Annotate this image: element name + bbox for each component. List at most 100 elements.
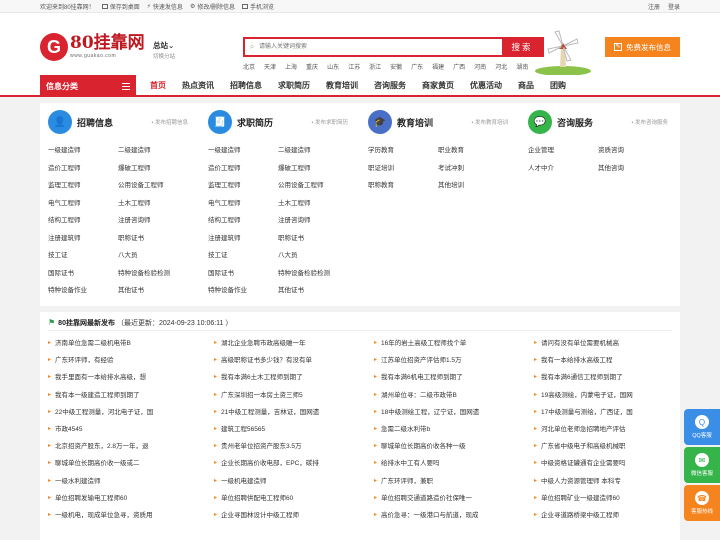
news-item[interactable]: ▸ 19高级测绘，内蒙电子证，国网 bbox=[534, 387, 684, 404]
hot-city-link[interactable]: 河北 bbox=[495, 62, 507, 71]
news-item[interactable]: ▸ 高价急寻：一级港口与航道，现成 bbox=[374, 507, 534, 524]
site-logo[interactable]: G 80挂靠网 www.guakao.com bbox=[40, 33, 145, 61]
category-item[interactable]: 特种设备检验检测 bbox=[118, 265, 188, 283]
category-item[interactable]: 其他证书 bbox=[278, 282, 348, 300]
category-item[interactable]: 爆破工程师 bbox=[118, 160, 188, 178]
category-title[interactable]: 求职简历 bbox=[237, 116, 273, 129]
save-desktop-link[interactable]: 保存到桌面 bbox=[101, 2, 140, 11]
post-info-button[interactable]: ✎ 免费发布信息 bbox=[605, 37, 680, 57]
category-item[interactable]: 八大员 bbox=[278, 247, 348, 265]
news-item[interactable]: ▸ 河北单位老师急招聘地产评估 bbox=[534, 421, 684, 438]
category-post-link[interactable]: • 发布教育培训 bbox=[472, 118, 508, 126]
qq-service-button[interactable]: Q QQ客服 bbox=[684, 409, 720, 445]
category-item[interactable]: 公用设备工程师 bbox=[118, 177, 188, 195]
category-item[interactable]: 技工证 bbox=[208, 247, 278, 265]
news-item[interactable]: ▸ 企业寻国林设计中级工程师 bbox=[214, 507, 374, 524]
nav-item[interactable]: 热点资讯 bbox=[174, 75, 222, 97]
category-item[interactable]: 造价工程师 bbox=[48, 160, 118, 178]
news-item[interactable]: ▸ 聊城单位长期高价收各种一级 bbox=[374, 438, 534, 455]
category-item[interactable]: 注册建筑师 bbox=[48, 230, 118, 248]
nav-item[interactable]: 商品 bbox=[510, 75, 542, 97]
news-item[interactable]: ▸ 建筑工程56565 bbox=[214, 421, 374, 438]
category-post-link[interactable]: • 发布招聘信息 bbox=[152, 118, 188, 126]
news-item[interactable]: ▸ 我有本满6通信工程师到期了 bbox=[534, 369, 684, 386]
category-menu-button[interactable]: 信息分类 bbox=[40, 75, 136, 97]
news-item[interactable]: ▸ 我有一本给排水高级工程 bbox=[534, 352, 684, 369]
hot-city-link[interactable]: 北京 bbox=[243, 62, 255, 71]
news-item[interactable]: ▸ 我有本满6机电工程师到期了 bbox=[374, 369, 534, 386]
category-item[interactable]: 资质咨询 bbox=[598, 142, 668, 160]
nav-item[interactable]: 团购 bbox=[542, 75, 574, 97]
category-item[interactable]: 结构工程师 bbox=[48, 212, 118, 230]
news-item[interactable]: ▸ 18中级测绘工程，辽宁证，国网遗 bbox=[374, 404, 534, 421]
news-item[interactable]: ▸ 聊城单位长期高价收一级或二 bbox=[48, 455, 214, 472]
category-item[interactable]: 爆破工程师 bbox=[278, 160, 348, 178]
news-item[interactable]: ▸ 贵州老单位招资产股东3.5万 bbox=[214, 438, 374, 455]
news-item[interactable]: ▸ 湖州单位寻：二级市政带B bbox=[374, 387, 534, 404]
news-item[interactable]: ▸ 21中级工程测量，吉林证，国网遗 bbox=[214, 404, 374, 421]
category-item[interactable]: 电气工程师 bbox=[48, 195, 118, 213]
news-item[interactable]: ▸ 济南单位急需二级机电带B bbox=[48, 335, 214, 352]
news-item[interactable]: ▸ 请问有没有单位需要机械高 bbox=[534, 335, 684, 352]
category-item[interactable]: 公用设备工程师 bbox=[278, 177, 348, 195]
hot-city-link[interactable]: 安徽 bbox=[390, 62, 402, 71]
category-title[interactable]: 教育培训 bbox=[397, 116, 433, 129]
news-item[interactable]: ▸ 一级水利建造师 bbox=[48, 473, 214, 490]
news-item[interactable]: ▸ 22中级工程测量，河北电子证，国 bbox=[48, 404, 214, 421]
news-item[interactable]: ▸ 高级职称证书多少钱？有没有单 bbox=[214, 352, 374, 369]
news-item[interactable]: ▸ 一级机电，现成单位急寻，资质用 bbox=[48, 507, 214, 524]
category-item[interactable]: 学历教育 bbox=[368, 142, 438, 160]
category-item[interactable]: 监理工程师 bbox=[208, 177, 278, 195]
category-item[interactable]: 职证培训 bbox=[368, 160, 438, 178]
category-item[interactable]: 注册咨询师 bbox=[278, 212, 348, 230]
news-item[interactable]: ▸ 市政4545 bbox=[48, 421, 214, 438]
category-item[interactable]: 技工证 bbox=[48, 247, 118, 265]
category-item[interactable]: 二级建造师 bbox=[278, 142, 348, 160]
category-item[interactable]: 土木工程师 bbox=[118, 195, 188, 213]
category-item[interactable]: 其他证书 bbox=[118, 282, 188, 300]
news-item[interactable]: ▸ 我手里面有一本给排水高级，想 bbox=[48, 369, 214, 386]
news-item[interactable]: ▸ 16年的岩土高级工程师找个单 bbox=[374, 335, 534, 352]
nav-item[interactable]: 求职简历 bbox=[270, 75, 318, 97]
category-item[interactable]: 考试冲刺 bbox=[438, 160, 508, 178]
category-item[interactable]: 国际证书 bbox=[48, 265, 118, 283]
category-item[interactable]: 造价工程师 bbox=[208, 160, 278, 178]
news-item[interactable]: ▸ 中级人力资源管理师 本科专 bbox=[534, 473, 684, 490]
search-input[interactable] bbox=[259, 39, 502, 55]
hot-city-link[interactable]: 上海 bbox=[285, 62, 297, 71]
category-item[interactable]: 结构工程师 bbox=[208, 212, 278, 230]
news-item[interactable]: ▸ 一级机电建造师 bbox=[214, 473, 374, 490]
category-item[interactable]: 监理工程师 bbox=[48, 177, 118, 195]
category-item[interactable]: 其他咨询 bbox=[598, 160, 668, 178]
category-item[interactable]: 电气工程师 bbox=[208, 195, 278, 213]
category-item[interactable]: 特种设备作业 bbox=[48, 282, 118, 300]
category-item[interactable]: 人才中介 bbox=[528, 160, 598, 178]
hot-city-link[interactable]: 广西 bbox=[453, 62, 465, 71]
hot-city-link[interactable]: 重庆 bbox=[306, 62, 318, 71]
register-link[interactable]: 注册 bbox=[648, 2, 660, 11]
edit-delete-link[interactable]: ⚙ 修改/删除信息 bbox=[190, 2, 235, 11]
category-item[interactable]: 二级建造师 bbox=[118, 142, 188, 160]
news-item[interactable]: ▸ 江苏单位招资产评估师1.5万 bbox=[374, 352, 534, 369]
news-item[interactable]: ▸ 中级资格证罐通有企业需要吗 bbox=[534, 455, 684, 472]
category-item[interactable]: 一级建造师 bbox=[208, 142, 278, 160]
category-item[interactable]: 职称证书 bbox=[118, 230, 188, 248]
news-item[interactable]: ▸ 北京招资产股东，2.8万一年，退 bbox=[48, 438, 214, 455]
news-item[interactable]: ▸ 急需二级水利带b bbox=[374, 421, 534, 438]
nav-item[interactable]: 咨询服务 bbox=[366, 75, 414, 97]
login-link[interactable]: 登录 bbox=[668, 2, 680, 11]
news-item[interactable]: ▸ 广东环评师，兼职 bbox=[374, 473, 534, 490]
hot-city-link[interactable]: 广东 bbox=[411, 62, 423, 71]
news-item[interactable]: ▸ 我有本满6土木工程师到期了 bbox=[214, 369, 374, 386]
mobile-link[interactable]: 手机浏览 bbox=[242, 2, 274, 11]
hot-city-link[interactable]: 天津 bbox=[264, 62, 276, 71]
category-item[interactable]: 国际证书 bbox=[208, 265, 278, 283]
category-item[interactable]: 职称证书 bbox=[278, 230, 348, 248]
news-item[interactable]: ▸ 广东深圳招一本房土资三师5 bbox=[214, 387, 374, 404]
category-post-link[interactable]: • 发布求职简历 bbox=[312, 118, 348, 126]
news-item[interactable]: ▸ 企业长期高价收电部，EPC，碳排 bbox=[214, 455, 374, 472]
nav-item[interactable]: 首页 bbox=[142, 75, 174, 97]
hot-city-link[interactable]: 河南 bbox=[474, 62, 486, 71]
news-item[interactable]: ▸ 17中级测量与测绘，广西证，国 bbox=[534, 404, 684, 421]
hot-city-link[interactable]: 湖南 bbox=[516, 62, 528, 71]
